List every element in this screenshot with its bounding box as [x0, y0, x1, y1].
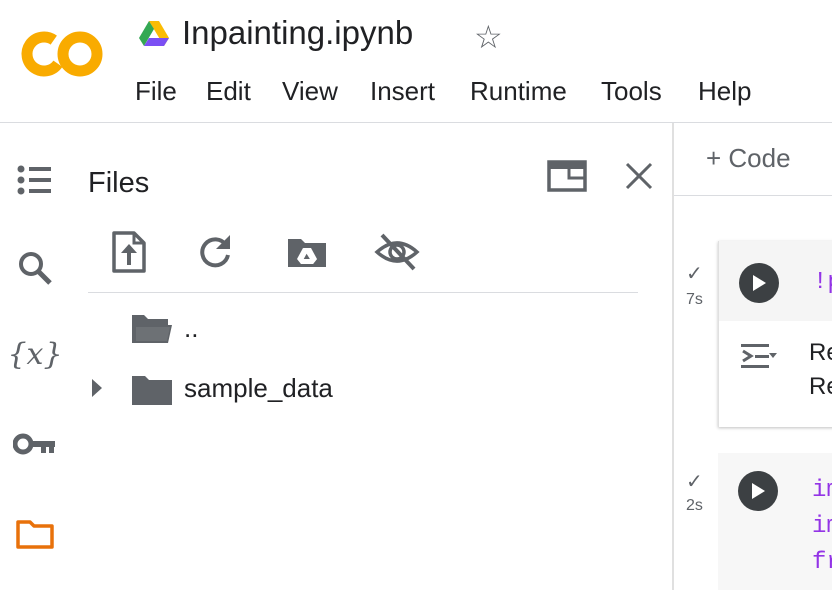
files-panel-title: Files — [88, 167, 150, 199]
menu-view[interactable]: View — [282, 76, 338, 107]
cell-exec-time: 2s — [686, 497, 703, 514]
dock-window-icon — [547, 160, 587, 192]
secrets-key-icon — [13, 433, 55, 455]
expand-arrow-icon[interactable] — [90, 377, 104, 399]
cell-status-check-icon: ✓ — [686, 471, 703, 493]
google-drive-icon[interactable] — [138, 19, 170, 49]
file-name: .. — [184, 313, 199, 343]
cell-exec-time: 7s — [686, 291, 703, 308]
search-icon — [19, 252, 52, 285]
files-button[interactable] — [10, 509, 60, 559]
mount-drive-icon — [288, 239, 326, 267]
file-row-sample-data[interactable]: sample_data — [80, 367, 640, 411]
output-toggle-icon[interactable] — [739, 341, 779, 371]
folder-open-icon — [132, 315, 172, 343]
search-button[interactable] — [10, 243, 60, 293]
run-cell-button[interactable] — [738, 471, 778, 511]
refresh-icon — [200, 235, 230, 268]
files-panel: Files .. sample_data — [70, 123, 672, 590]
code-line: !p — [813, 269, 832, 296]
upload-button[interactable] — [106, 229, 152, 275]
code-line: fr — [812, 549, 832, 576]
menu-edit[interactable]: Edit — [206, 76, 251, 107]
variables-button[interactable]: {x} — [7, 329, 63, 379]
table-of-contents-icon — [17, 165, 51, 195]
star-icon[interactable]: ☆ — [474, 18, 503, 56]
toolbar-divider — [88, 292, 638, 293]
menu-insert[interactable]: Insert — [370, 76, 435, 107]
notebook-area: + Code ✓ 7s !p Re Re ✓ 2s im im fr — [674, 123, 832, 590]
refresh-button[interactable] — [192, 229, 238, 275]
notebook-toolbar: + Code — [674, 123, 832, 196]
menu-file[interactable]: File — [135, 76, 177, 107]
output-line: Re — [809, 373, 832, 400]
play-icon — [752, 483, 765, 499]
toggle-hidden-files-button[interactable] — [374, 229, 420, 275]
file-name: sample_data — [184, 373, 333, 403]
file-row-parent[interactable]: .. — [80, 307, 640, 351]
cell-status-check-icon: ✓ — [686, 263, 703, 285]
dock-panel-button[interactable] — [544, 153, 590, 199]
upload-file-icon — [112, 231, 146, 273]
variables-icon: {x} — [7, 336, 63, 372]
code-line: im — [812, 513, 832, 540]
add-code-cell-button[interactable]: + Code — [706, 143, 791, 174]
header: Inpainting.ipynb ☆ File Edit View Insert… — [0, 0, 832, 123]
close-icon — [625, 162, 653, 190]
code-cell[interactable]: im im fr — [718, 453, 832, 590]
menu-help[interactable]: Help — [698, 76, 751, 107]
secrets-button[interactable] — [10, 419, 60, 469]
menu-runtime[interactable]: Runtime — [470, 76, 567, 107]
table-of-contents-button[interactable] — [10, 155, 60, 205]
mount-drive-button[interactable] — [284, 229, 330, 275]
run-cell-button[interactable] — [739, 263, 779, 303]
notebook-title[interactable]: Inpainting.ipynb — [182, 14, 413, 52]
play-icon — [753, 275, 766, 291]
toggle-hidden-files-icon — [374, 233, 420, 271]
menu-tools[interactable]: Tools — [601, 76, 662, 107]
close-panel-button[interactable] — [616, 153, 662, 199]
folder-icon — [132, 376, 172, 405]
side-rail: {x} — [0, 123, 70, 590]
colab-logo[interactable] — [20, 28, 104, 80]
code-line: im — [812, 477, 832, 504]
output-line: Re — [809, 339, 832, 366]
code-cell[interactable]: !p Re Re — [718, 241, 832, 427]
files-folder-icon — [16, 520, 54, 549]
